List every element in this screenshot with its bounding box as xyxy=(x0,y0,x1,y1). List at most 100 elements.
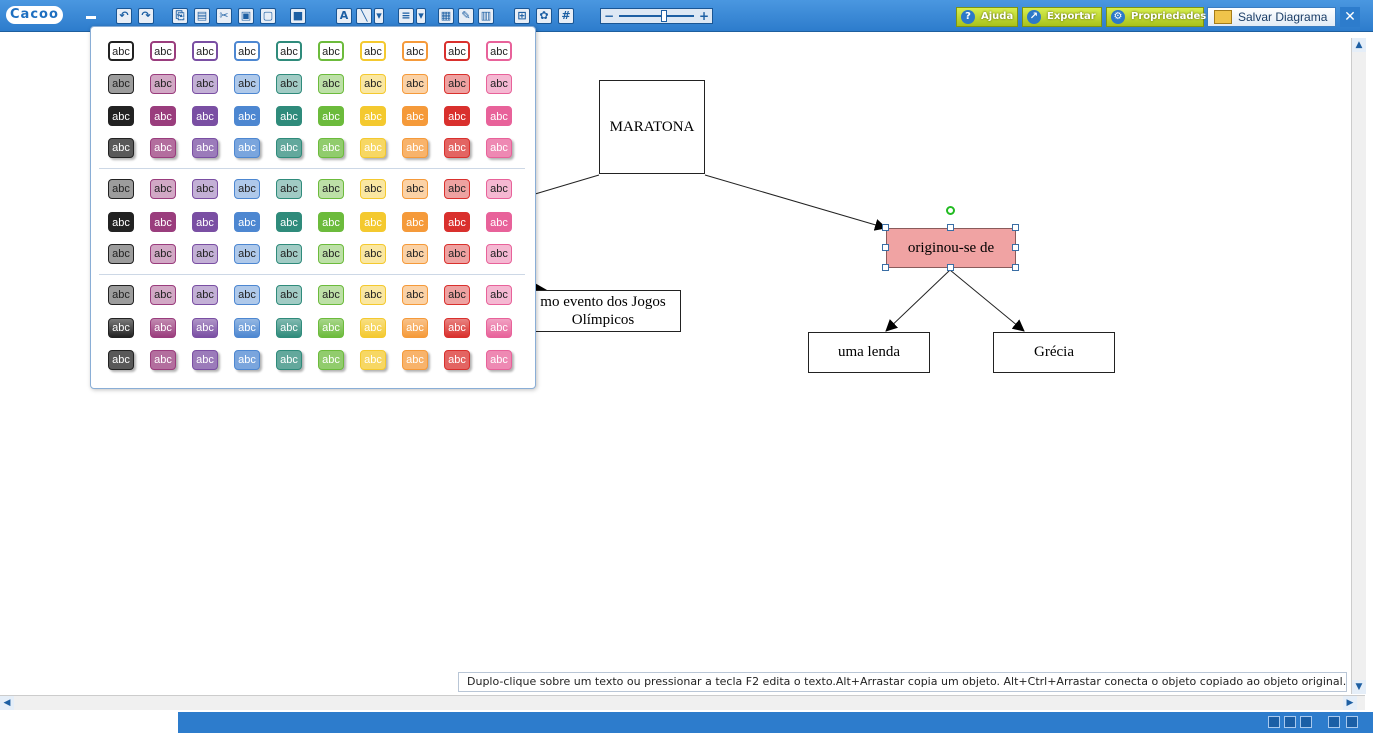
palette-swatch[interactable]: abc xyxy=(108,318,134,338)
palette-swatch[interactable]: abc xyxy=(318,285,344,305)
palette-swatch[interactable]: abc xyxy=(444,350,470,370)
palette-swatch[interactable]: abc xyxy=(402,212,428,232)
export-button[interactable]: ↗ Exportar xyxy=(1022,7,1102,27)
palette-swatch[interactable]: abc xyxy=(318,179,344,199)
palette-swatch[interactable]: abc xyxy=(108,212,134,232)
palette-swatch[interactable]: abc xyxy=(234,106,260,126)
connector-originou-lenda[interactable] xyxy=(885,269,951,332)
palette-swatch[interactable]: abc xyxy=(276,138,302,158)
palette-swatch[interactable]: abc xyxy=(234,350,260,370)
palette-swatch[interactable]: abc xyxy=(444,212,470,232)
palette-swatch[interactable]: abc xyxy=(276,74,302,94)
palette-swatch[interactable]: abc xyxy=(276,318,302,338)
menu-icon[interactable] xyxy=(86,16,96,19)
palette-swatch[interactable]: abc xyxy=(486,179,512,199)
connector-originou-grecia[interactable] xyxy=(949,269,1025,332)
palette-swatch[interactable]: abc xyxy=(150,212,176,232)
palette-swatch[interactable]: abc xyxy=(318,41,344,61)
palette-swatch[interactable]: abc xyxy=(234,74,260,94)
palette-swatch[interactable]: abc xyxy=(150,41,176,61)
palette-swatch[interactable]: abc xyxy=(108,244,134,264)
palette-swatch[interactable]: abc xyxy=(276,41,302,61)
palette-swatch[interactable]: abc xyxy=(486,350,512,370)
palette-swatch[interactable]: abc xyxy=(108,179,134,199)
palette-swatch[interactable]: abc xyxy=(444,179,470,199)
chat-icon[interactable] xyxy=(1328,716,1340,728)
palette-swatch[interactable]: abc xyxy=(192,41,218,61)
palette-swatch[interactable]: abc xyxy=(192,318,218,338)
palette-swatch[interactable]: abc xyxy=(486,212,512,232)
palette-swatch[interactable]: abc xyxy=(150,74,176,94)
palette-swatch[interactable]: abc xyxy=(318,106,344,126)
scroll-right-icon[interactable]: ▶ xyxy=(1343,696,1357,710)
palette-swatch[interactable]: abc xyxy=(486,41,512,61)
palette-swatch[interactable]: abc xyxy=(402,179,428,199)
palette-swatch[interactable]: abc xyxy=(402,285,428,305)
palette-swatch[interactable]: abc xyxy=(318,244,344,264)
palette-swatch[interactable]: abc xyxy=(402,350,428,370)
zoom-track[interactable] xyxy=(619,15,694,17)
palette-swatch[interactable]: abc xyxy=(276,179,302,199)
send-back-icon[interactable]: ▢ xyxy=(260,8,276,24)
palette-swatch[interactable]: abc xyxy=(444,74,470,94)
palette-swatch[interactable]: abc xyxy=(276,106,302,126)
note-icon[interactable]: ▥ xyxy=(478,8,494,24)
palette-swatch[interactable]: abc xyxy=(444,244,470,264)
palette-swatch[interactable]: abc xyxy=(150,350,176,370)
node-originou[interactable]: originou-se de xyxy=(886,228,1016,268)
help-button[interactable]: ? Ajuda xyxy=(956,7,1018,27)
table-icon[interactable]: ▦ xyxy=(438,8,454,24)
palette-swatch[interactable]: abc xyxy=(444,41,470,61)
palette-swatch[interactable]: abc xyxy=(360,350,386,370)
zoom-in-icon[interactable]: + xyxy=(697,9,711,23)
zoom-slider[interactable]: − + xyxy=(600,8,713,24)
palette-swatch[interactable]: abc xyxy=(192,179,218,199)
palette-swatch[interactable]: abc xyxy=(108,41,134,61)
cut-icon[interactable]: ✂ xyxy=(216,8,232,24)
palette-swatch[interactable]: abc xyxy=(486,244,512,264)
palette-swatch[interactable]: abc xyxy=(192,285,218,305)
save-diagram-button[interactable]: Salvar Diagrama xyxy=(1207,7,1336,27)
palette-swatch[interactable]: abc xyxy=(108,106,134,126)
resize-handle-n[interactable] xyxy=(947,224,954,231)
palette-swatch[interactable]: abc xyxy=(192,74,218,94)
palette-swatch[interactable]: abc xyxy=(360,41,386,61)
palette-swatch[interactable]: abc xyxy=(276,285,302,305)
palette-swatch[interactable]: abc xyxy=(192,212,218,232)
palette-swatch[interactable]: abc xyxy=(444,106,470,126)
palette-swatch[interactable]: abc xyxy=(360,74,386,94)
palette-swatch[interactable]: abc xyxy=(192,138,218,158)
palette-swatch[interactable]: abc xyxy=(276,244,302,264)
palette-swatch[interactable]: abc xyxy=(150,318,176,338)
copy-icon[interactable]: ⎘ xyxy=(172,8,188,24)
palette-swatch[interactable]: abc xyxy=(234,212,260,232)
palette-swatch[interactable]: abc xyxy=(234,285,260,305)
palette-swatch[interactable]: abc xyxy=(192,244,218,264)
palette-swatch[interactable]: abc xyxy=(318,350,344,370)
line-dropdown-icon[interactable]: ▾ xyxy=(374,8,384,24)
palette-swatch[interactable]: abc xyxy=(234,318,260,338)
shape-style-icon[interactable]: ■ xyxy=(290,8,306,24)
palette-swatch[interactable]: abc xyxy=(276,350,302,370)
palette-swatch[interactable]: abc xyxy=(192,350,218,370)
resize-handle-nw[interactable] xyxy=(882,224,889,231)
palette-swatch[interactable]: abc xyxy=(318,212,344,232)
palette-swatch[interactable]: abc xyxy=(108,285,134,305)
pencil-icon[interactable]: ✎ xyxy=(458,8,474,24)
palette-swatch[interactable]: abc xyxy=(318,318,344,338)
text-icon[interactable]: A xyxy=(336,8,352,24)
page-prev-icon[interactable] xyxy=(1284,716,1296,728)
palette-swatch[interactable]: abc xyxy=(486,318,512,338)
scroll-up-icon[interactable]: ▲ xyxy=(1352,38,1366,52)
palette-swatch[interactable]: abc xyxy=(402,106,428,126)
palette-swatch[interactable]: abc xyxy=(486,106,512,126)
palette-swatch[interactable]: abc xyxy=(360,244,386,264)
palette-swatch[interactable]: abc xyxy=(108,74,134,94)
pointer-icon[interactable] xyxy=(1346,716,1358,728)
align-icon[interactable]: ⊞ xyxy=(514,8,530,24)
horizontal-scrollbar[interactable]: ◀ ▶ xyxy=(0,695,1365,710)
list-view-icon[interactable] xyxy=(1268,716,1280,728)
undo-icon[interactable]: ↶ xyxy=(116,8,132,24)
image-icon[interactable]: ✿ xyxy=(536,8,552,24)
palette-swatch[interactable]: abc xyxy=(234,244,260,264)
